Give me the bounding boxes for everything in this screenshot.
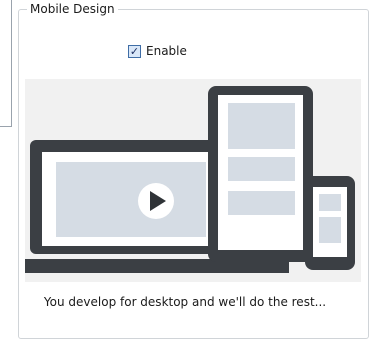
panel-divider bbox=[11, 0, 12, 127]
video-area bbox=[56, 162, 206, 237]
tablet-block-3 bbox=[228, 191, 295, 215]
enable-label: Enable bbox=[146, 44, 187, 58]
enable-checkbox-row[interactable]: ✓ Enable bbox=[128, 43, 187, 59]
devices-graphic bbox=[25, 86, 355, 273]
tablet-block-2 bbox=[228, 157, 295, 181]
enable-checkbox[interactable]: ✓ bbox=[128, 44, 141, 58]
caption-text: You develop for desktop and we'll do the… bbox=[43, 295, 327, 309]
phone-block-2 bbox=[319, 217, 341, 243]
panel-connector bbox=[0, 126, 12, 127]
phone-block-1 bbox=[319, 194, 341, 211]
tablet-block-1 bbox=[228, 103, 295, 149]
responsive-devices-illustration bbox=[25, 79, 361, 282]
group-title: Mobile Design bbox=[27, 1, 118, 17]
